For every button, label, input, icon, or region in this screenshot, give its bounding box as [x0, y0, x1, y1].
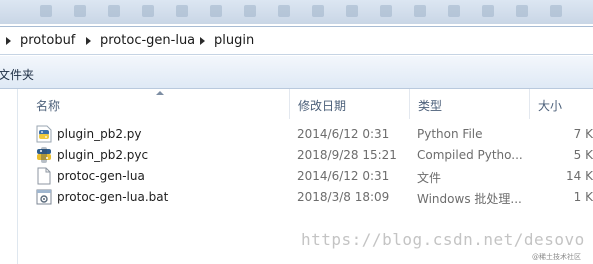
- command-bar: 文件夹: [0, 56, 593, 89]
- file-name: plugin_pb2.pyc: [57, 148, 149, 162]
- address-bar[interactable]: protobuf protoc-gen-lua plugin: [0, 26, 593, 55]
- navigation-pane[interactable]: [0, 89, 18, 264]
- file-row[interactable]: plugin_pb2.py 2014/6/12 0:31 Python File…: [18, 124, 593, 145]
- blank-file-icon: [37, 167, 51, 185]
- file-size: 7 K: [573, 127, 593, 141]
- file-date: 2014/6/12 0:31: [297, 169, 390, 183]
- column-header-label: 大小: [538, 99, 563, 113]
- file-row[interactable]: plugin_pb2.pyc 2018/9/28 15:21 Compiled …: [18, 145, 593, 166]
- python-file-icon: [36, 125, 52, 143]
- compiled-python-file-icon: [37, 147, 51, 163]
- file-type: Compiled Pytho...: [417, 148, 523, 162]
- top-toolbar-strip: [0, 0, 593, 24]
- breadcrumb-item-plugin[interactable]: plugin: [214, 33, 254, 49]
- batch-file-icon: [36, 189, 52, 205]
- column-header-label: 修改日期: [298, 99, 347, 113]
- file-row[interactable]: protoc-gen-lua 2014/6/12 0:31 文件 14 K: [18, 166, 593, 187]
- file-name: protoc-gen-lua.bat: [57, 190, 169, 204]
- file-date: 2018/3/8 18:09: [297, 190, 390, 204]
- file-type: Windows 批处理...: [417, 192, 522, 206]
- file-row[interactable]: protoc-gen-lua.bat 2018/3/8 18:09 Window…: [18, 187, 593, 208]
- chevron-right-icon[interactable]: [200, 37, 205, 45]
- file-name: plugin_pb2.py: [57, 127, 142, 141]
- column-header-size[interactable]: 大小: [530, 89, 593, 119]
- sort-ascending-icon: [156, 91, 164, 95]
- file-type: 文件: [417, 171, 442, 185]
- column-header-date[interactable]: 修改日期: [290, 89, 410, 119]
- new-folder-button[interactable]: 文件夹: [0, 66, 34, 83]
- chevron-right-icon[interactable]: [6, 37, 11, 45]
- column-header-label: 名称: [36, 99, 61, 113]
- column-header-type[interactable]: 类型: [410, 89, 530, 119]
- file-name: protoc-gen-lua: [57, 169, 145, 183]
- file-type: Python File: [417, 127, 483, 141]
- file-size: 1 K: [573, 190, 593, 204]
- file-list: plugin_pb2.py 2014/6/12 0:31 Python File…: [18, 124, 593, 208]
- file-size: 5 K: [573, 148, 593, 162]
- file-size: 14 K: [566, 169, 593, 183]
- chevron-right-icon[interactable]: [86, 37, 91, 45]
- watermark-logo: @稀土技术社区: [532, 253, 581, 261]
- file-date: 2014/6/12 0:31: [297, 127, 390, 141]
- watermark-url: https://blog.csdn.net/desovo: [301, 230, 585, 249]
- breadcrumb-item-protoc-gen-lua[interactable]: protoc-gen-lua: [100, 33, 195, 49]
- breadcrumb-item-protobuf[interactable]: protobuf: [20, 33, 75, 49]
- column-header-label: 类型: [418, 99, 443, 113]
- column-header-name[interactable]: 名称: [18, 89, 290, 119]
- file-date: 2018/9/28 15:21: [297, 148, 397, 162]
- column-header-row: 名称 修改日期 类型 大小: [18, 89, 593, 119]
